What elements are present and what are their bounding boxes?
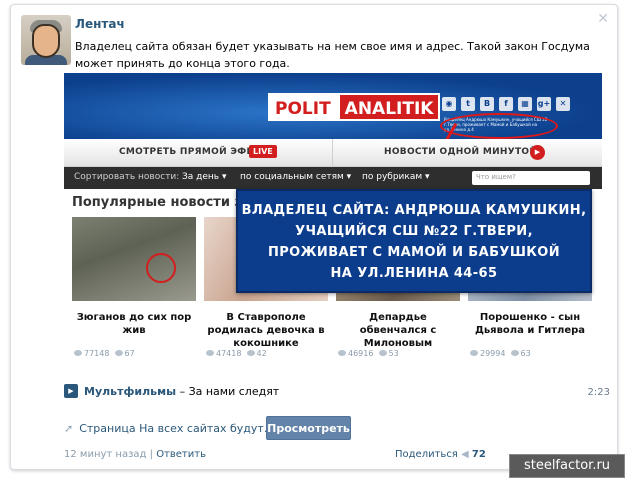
red-highlight-ellipse	[440, 113, 558, 139]
comment-icon	[378, 350, 387, 356]
live-bar: СМОТРЕТЬ ПРЯМОЙ ЭФИР LIVE НОВОСТИ ОДНОЙ …	[64, 139, 602, 167]
news-card: Зюганов до сих пор жив 77148 67	[72, 217, 196, 358]
post-author[interactable]: Лентач	[75, 17, 125, 31]
video-channel-link[interactable]: Мультфильмы	[84, 385, 176, 398]
comment-icon	[114, 350, 123, 356]
overlay-line: УЧАЩИЙСЯ СШ №22 Г.ТВЕРИ,	[295, 224, 533, 239]
eye-icon	[206, 350, 214, 356]
news-stats: 29994 63	[468, 349, 592, 358]
news-caption: Депардье обвенчался с Милоновым	[359, 312, 437, 349]
sort-nav-bar: Сортировать новости: За день ▾ по социал…	[64, 167, 602, 189]
bar-divider	[332, 139, 333, 167]
social-icon-1: ◉	[442, 97, 456, 111]
social-icon-facebook: f	[499, 97, 513, 111]
news-minute-label: НОВОСТИ ОДНОЙ МИНУТОЙ	[384, 147, 538, 157]
nav-by-social: по социальным сетям ▾	[240, 172, 352, 182]
view-button[interactable]: Просмотреть	[266, 416, 351, 440]
social-icon-gplus: g+	[537, 97, 551, 111]
news-image	[72, 217, 196, 301]
video-title[interactable]: – За нами следят	[180, 385, 280, 398]
search-input: Что ищем?	[472, 171, 590, 185]
footer-separator: |	[149, 449, 153, 460]
video-attachment[interactable]: ▶ Мультфильмы – За нами следят	[64, 384, 279, 398]
reply-link[interactable]: Ответить	[156, 449, 206, 460]
avatar[interactable]	[21, 15, 71, 65]
site-header: POLIT ANALITIK ◉ t B f ▦ g+ ✕ Владелец А…	[64, 73, 602, 139]
comment-icon	[510, 350, 519, 356]
logo-part2: ANALITIK	[337, 93, 441, 121]
live-badge: LIVE	[249, 145, 277, 158]
social-icon-close: ✕	[556, 97, 570, 111]
overlay-line: ВЛАДЕЛЕЦ САЙТА: АНДРЮША КАМУШКИН,	[241, 203, 587, 218]
sort-label: Сортировать новости:	[74, 172, 180, 182]
news-stats: 46916 53	[336, 349, 460, 358]
post-text: Владелец сайта обязан будет указывать на…	[75, 40, 590, 70]
logo-part1: POLIT	[268, 93, 338, 121]
news-caption: Зюганов до сих пор жив	[76, 312, 192, 336]
comment-icon	[246, 350, 255, 356]
link-arrow-icon: ➚	[64, 422, 74, 435]
news-stats: 77148 67	[72, 349, 196, 358]
nav-by-rubric: по рубрикам ▾	[362, 172, 430, 182]
social-icon-5: ▦	[518, 97, 532, 111]
eye-icon	[338, 350, 346, 356]
avatar-face	[32, 24, 60, 58]
social-icons: ◉ t B f ▦ g+ ✕	[442, 97, 570, 111]
share-area[interactable]: Поделиться ◀ 72	[395, 449, 486, 460]
post-time[interactable]: 12 минут назад	[64, 449, 146, 460]
like-count[interactable]: 72	[472, 449, 486, 460]
embedded-screenshot[interactable]: POLIT ANALITIK ◉ t B f ▦ g+ ✕ Владелец А…	[64, 73, 602, 367]
close-icon[interactable]: ✕	[597, 11, 609, 27]
owner-info-overlay: ВЛАДЕЛЕЦ САЙТА: АНДРЮША КАМУШКИН, УЧАЩИЙ…	[236, 189, 592, 293]
post-footer: 12 минут назад | Ответить	[64, 449, 206, 460]
megaphone-icon: ◀	[461, 449, 469, 460]
share-link[interactable]: Поделиться	[395, 449, 458, 460]
play-icon: ▶	[530, 145, 545, 160]
page-attachment[interactable]: ➚ Страница На всех сайтах будут...	[64, 422, 274, 435]
nav-by-day: За день ▾	[182, 172, 227, 182]
eye-icon	[74, 350, 82, 356]
eye-icon	[470, 350, 478, 356]
overlay-line: ПРОЖИВАЕТ С МАМОЙ И БАБУШКОЙ	[267, 245, 561, 260]
video-play-icon[interactable]: ▶	[64, 384, 78, 398]
site-logo: POLIT ANALITIK	[268, 93, 441, 121]
social-icon-vk: B	[480, 97, 494, 111]
news-caption: Порошенко - сын Дьявола и Гитлера	[474, 312, 586, 336]
news-stats: 47418 42	[204, 349, 328, 358]
watermark: steelfactor.ru	[509, 454, 625, 478]
social-icon-twitter: t	[461, 97, 475, 111]
attachment-link[interactable]: Страница На всех сайтах будут...	[79, 422, 274, 435]
red-circle-mark	[146, 253, 176, 283]
video-duration: 2:23	[587, 387, 610, 398]
news-caption: В Ставрополе родилась девочка в кокошник…	[207, 312, 325, 349]
live-label: СМОТРЕТЬ ПРЯМОЙ ЭФИР	[119, 147, 262, 157]
overlay-line: НА УЛ.ЛЕНИНА 44-65	[330, 266, 498, 281]
